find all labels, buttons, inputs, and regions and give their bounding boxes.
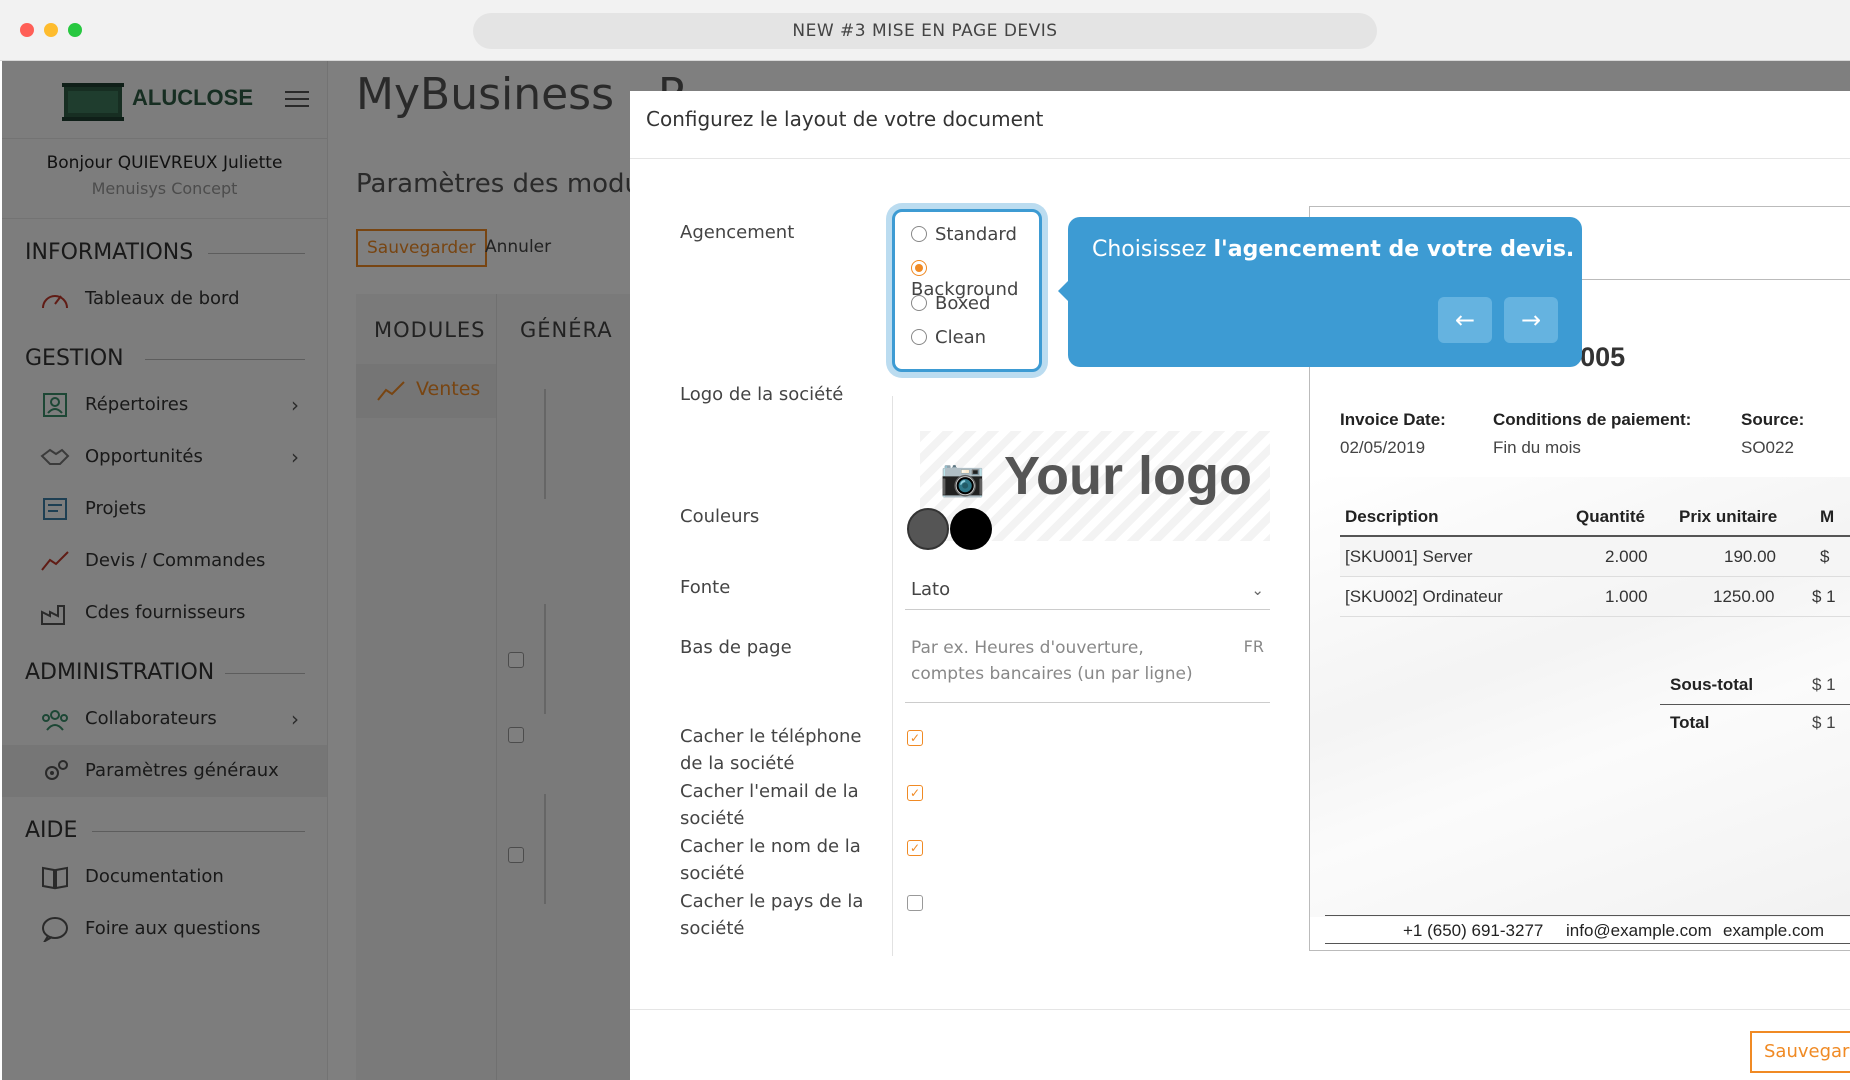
subtotal-value: $ 1 bbox=[1812, 675, 1836, 694]
label-agencement: Agencement bbox=[680, 222, 795, 243]
font-select-value: Lato bbox=[911, 579, 951, 600]
table-row: [SKU002] Ordinateur 1.000 1250.00 $ 1 bbox=[1340, 577, 1850, 617]
close-window-button[interactable] bbox=[20, 23, 34, 37]
row-quantity: 1.000 bbox=[1605, 587, 1648, 606]
footer-website: example.com bbox=[1723, 921, 1825, 940]
radio-circle bbox=[911, 295, 927, 311]
row-amount: $ bbox=[1820, 547, 1830, 566]
radio-clean[interactable]: Clean bbox=[911, 327, 986, 348]
label-hide-email: Cacher l'email de la société bbox=[680, 781, 859, 829]
source-label: Source: bbox=[1741, 410, 1805, 429]
onboarding-tooltip: Choisissez l'agencement de votre devis. … bbox=[1058, 217, 1582, 367]
maximize-window-button[interactable] bbox=[68, 23, 82, 37]
hide-phone-checkbox[interactable]: ✓ bbox=[907, 730, 923, 746]
tooltip-text: Choisissez l'agencement de votre devis. bbox=[1092, 237, 1574, 262]
label-bas-de-page: Bas de page bbox=[680, 637, 792, 658]
add-photo-camera-icon: 📷 bbox=[940, 458, 985, 499]
window-titlebar: NEW #3 MISE EN PAGE DEVIS bbox=[0, 0, 1850, 61]
total-value: $ 1 bbox=[1812, 713, 1836, 732]
radio-label: Clean bbox=[935, 327, 987, 348]
column-header: Prix unitaire bbox=[1679, 507, 1778, 526]
label-hide-name: Cacher le nom de la société bbox=[680, 836, 861, 884]
radio-boxed[interactable]: Boxed bbox=[911, 293, 990, 314]
column-header: Description bbox=[1345, 507, 1439, 526]
source-value: SO022 bbox=[1741, 438, 1794, 457]
tooltip-next-arrow-icon[interactable]: → bbox=[1504, 297, 1558, 343]
column-header: M bbox=[1820, 507, 1835, 526]
table-row: [SKU001] Server 2.000 190.00 $ bbox=[1340, 537, 1850, 577]
footer-placeholder: Par ex. Heures d'ouverture, comptes banc… bbox=[911, 638, 1193, 684]
label-hide-country: Cacher le pays de la société bbox=[680, 891, 864, 939]
font-select[interactable]: Lato ⌄ bbox=[905, 572, 1270, 610]
invoice-date-label: Invoice Date: bbox=[1340, 410, 1446, 429]
footer-email: info@example.com bbox=[1566, 921, 1712, 940]
address-bar[interactable]: NEW #3 MISE EN PAGE DEVIS bbox=[473, 13, 1377, 49]
color-swatch-primary[interactable] bbox=[907, 508, 949, 550]
radio-circle-selected bbox=[911, 260, 927, 276]
tooltip-prev-arrow-icon[interactable]: ← bbox=[1438, 297, 1492, 343]
row-quantity: 2.000 bbox=[1605, 547, 1648, 566]
row-price: 190.00 bbox=[1724, 547, 1776, 566]
radio-circle bbox=[911, 226, 927, 242]
radio-label: Boxed bbox=[935, 293, 991, 314]
modal-save-button[interactable]: Sauvegarder bbox=[1750, 1031, 1850, 1073]
row-description: [SKU002] Ordinateur bbox=[1345, 587, 1503, 606]
footer-textarea[interactable]: Par ex. Heures d'ouverture, comptes banc… bbox=[905, 629, 1270, 703]
hide-email-checkbox[interactable]: ✓ bbox=[907, 785, 923, 801]
column-header: Quantité bbox=[1576, 507, 1645, 526]
label-logo: Logo de la société bbox=[680, 384, 844, 405]
row-description: [SKU001] Server bbox=[1345, 547, 1473, 566]
modal-title: Configurez le layout de votre document bbox=[646, 107, 1044, 131]
radio-label: Standard bbox=[935, 224, 1017, 245]
language-toggle[interactable]: FR bbox=[1244, 637, 1264, 656]
tooltip-text-bold: l'agencement de votre devis. bbox=[1213, 237, 1575, 262]
color-swatch-secondary[interactable] bbox=[950, 508, 992, 550]
hide-country-checkbox[interactable] bbox=[907, 895, 923, 911]
label-couleurs: Couleurs bbox=[680, 506, 760, 527]
chevron-down-icon: ⌄ bbox=[1251, 581, 1264, 599]
invoice-date-value: 02/05/2019 bbox=[1340, 438, 1426, 457]
tooltip-text-prefix: Choisissez bbox=[1092, 237, 1214, 262]
payment-terms-value: Fin du mois bbox=[1493, 438, 1581, 457]
table-header: Description Quantité Prix unitaire M bbox=[1340, 497, 1850, 537]
subtotal-label: Sous-total bbox=[1670, 675, 1754, 694]
total-label: Total bbox=[1670, 713, 1710, 732]
hide-name-checkbox[interactable]: ✓ bbox=[907, 840, 923, 856]
minimize-window-button[interactable] bbox=[44, 23, 58, 37]
logo-placeholder-text: Your logo bbox=[1004, 446, 1252, 506]
label-fonte: Fonte bbox=[680, 577, 731, 598]
radio-circle bbox=[911, 329, 927, 345]
layout-radio-group: Standard Background Boxed Clean bbox=[892, 209, 1042, 372]
row-amount: $ 1 bbox=[1812, 587, 1836, 606]
invoice-lines-table: Description Quantité Prix unitaire M [SK… bbox=[1340, 497, 1850, 617]
payment-terms-label: Conditions de paiement: bbox=[1493, 410, 1692, 429]
radio-standard[interactable]: Standard bbox=[911, 224, 1017, 245]
footer-phone: +1 (650) 691-3277 bbox=[1403, 921, 1544, 940]
label-hide-phone: Cacher le téléphone de la société bbox=[680, 726, 862, 774]
row-price: 1250.00 bbox=[1713, 587, 1775, 606]
